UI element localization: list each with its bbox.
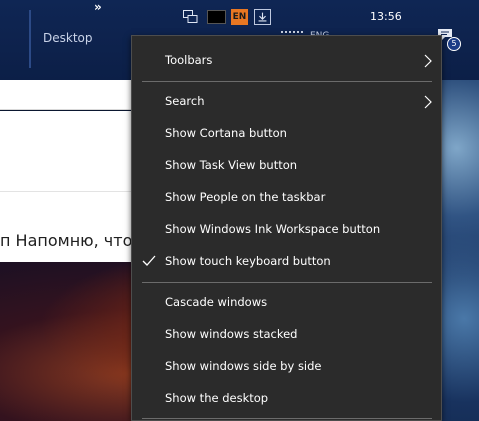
menu-item-label: Show the desktop: [165, 391, 269, 405]
menu-item-label: Show windows stacked: [165, 327, 298, 341]
menu-item-label: Search: [165, 94, 205, 108]
menu-item-show-people[interactable]: Show People on the taskbar: [132, 182, 441, 214]
checkmark-icon: [142, 255, 156, 266]
menu-item-label: Show Task View button: [165, 158, 298, 172]
chevron-right-icon: [424, 54, 432, 68]
desktop-wallpaper: [442, 80, 479, 421]
language-indicator[interactable]: EN: [231, 9, 248, 25]
menu-item-search[interactable]: Search: [132, 86, 441, 118]
download-icon[interactable]: [254, 9, 271, 25]
tray-app-icon[interactable]: [207, 10, 226, 24]
body-text: п Напомню, что: [0, 231, 133, 250]
menu-separator: [142, 81, 432, 82]
menu-item-label: Toolbars: [165, 53, 213, 67]
network-icon[interactable]: [183, 10, 198, 24]
menu-item-label: Show People on the taskbar: [165, 190, 326, 204]
menu-item-label: Cascade windows: [165, 295, 268, 309]
taskbar-separator: [29, 10, 31, 68]
menu-item-toolbars[interactable]: Toolbars: [132, 45, 441, 77]
menu-item-label: Show Windows Ink Workspace button: [165, 222, 381, 236]
notification-count-badge: 5: [447, 37, 461, 51]
chevron-right-icon: [424, 95, 432, 109]
menu-item-side-by-side[interactable]: Show windows side by side: [132, 351, 441, 383]
menu-separator: [142, 282, 432, 283]
menu-item-label: Show windows side by side: [165, 359, 322, 373]
menu-item-show-ink-workspace[interactable]: Show Windows Ink Workspace button: [132, 214, 441, 246]
menu-separator: [142, 418, 432, 419]
menu-item-show-task-view[interactable]: Show Task View button: [132, 150, 441, 182]
menu-item-windows-stacked[interactable]: Show windows stacked: [132, 319, 441, 351]
menu-item-show-desktop[interactable]: Show the desktop: [132, 383, 441, 415]
menu-item-show-touch-keyboard[interactable]: Show touch keyboard button: [132, 246, 441, 278]
menu-item-label: Show touch keyboard button: [165, 254, 331, 268]
menu-item-show-cortana[interactable]: Show Cortana button: [132, 118, 441, 150]
desktop-toolbar-label[interactable]: Desktop: [43, 31, 93, 45]
menu-item-label: Show Cortana button: [165, 126, 287, 140]
taskbar-context-menu: Toolbars Search Show Cortana button Show…: [131, 35, 442, 421]
toolbar-overflow-chevron[interactable]: »: [94, 0, 102, 14]
clock[interactable]: 13:56: [370, 10, 402, 23]
menu-item-cascade-windows[interactable]: Cascade windows: [132, 287, 441, 319]
